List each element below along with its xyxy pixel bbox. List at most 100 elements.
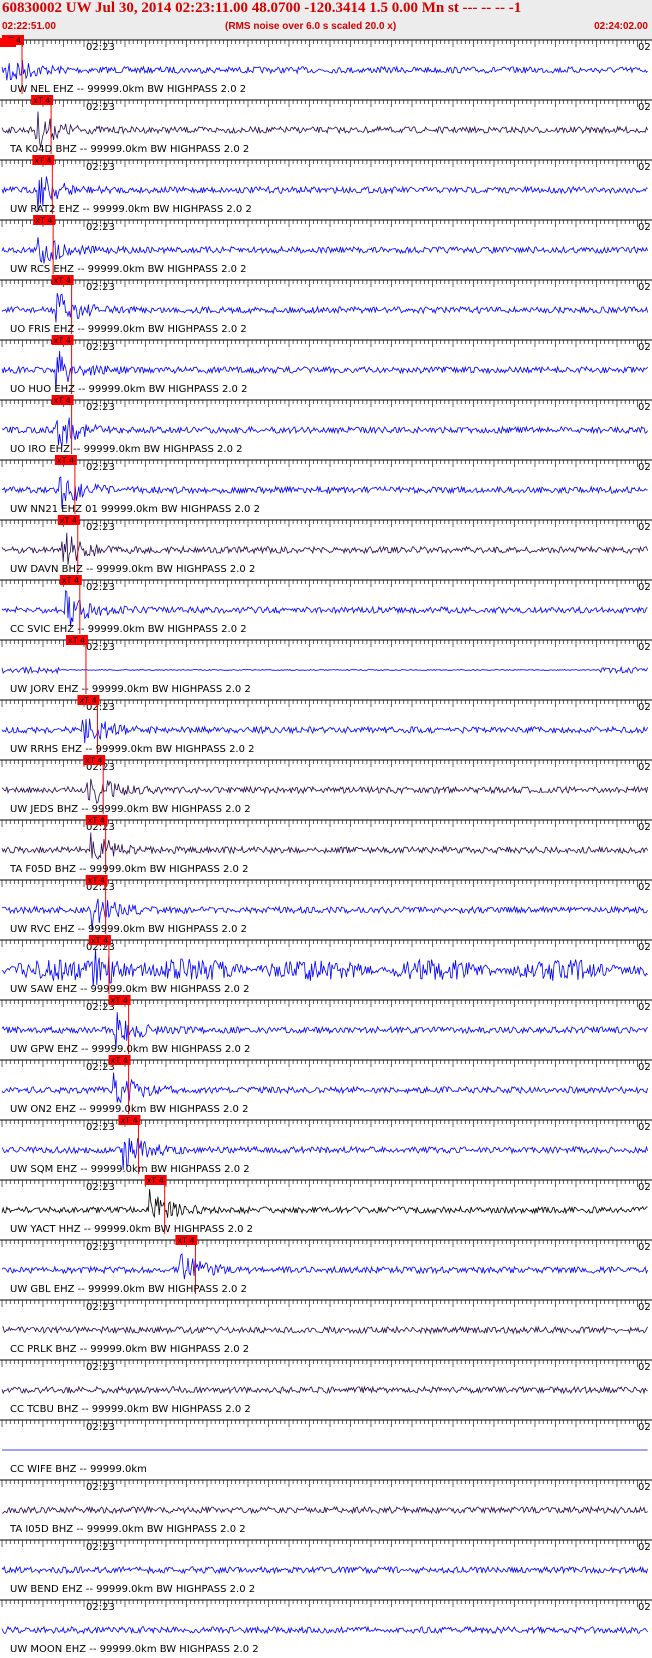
trace-panel: 02:23 02xT 4UW RVC EHZ -- 99999.0km BW HI… [0,875,652,935]
trace-panel: 02:23 02xT 4UW ON2 EHZ -- 99999.0km BW HI… [0,1055,652,1115]
trace-panel: 02:23 02 xT 4 UW RCS EHZ -- 99999.0km BW HI… [0,215,652,275]
pick-label: xT 4 [57,456,74,465]
trace-panel: 02:23 02 xT 4 UO IRO EHZ -- 99999.0km BW HI… [0,395,652,455]
trace-panel: 02:23 02 CC TCBU BHZ -- 99999.0km BW HIGHP… [0,1359,652,1415]
edge-label: 02 [638,762,651,773]
trace-label: TA I05D BHZ -- 99999.0km BW HIGHPASS 2.0… [9,1524,246,1535]
trace-label: UW RVC EHZ -- 99999.0km BW HIGHPASS 2.0 … [10,924,247,935]
trace-label: UW SQM EHZ -- 99999.0km BW HIGHPASS 2.0 … [10,1164,250,1175]
trace-panel: 02:23 02 CC WIFE BHZ -- 99999.0km [0,1419,652,1475]
trace-panel: 02:23 02 TA I05D BHZ -- 99999.0km BW HIGHP… [0,1479,652,1535]
pick-label: xT 4 [35,216,52,225]
trace-panel: 02:23 02 xT 4 UW RAT2 EHZ -- 99999.0km BW H… [0,155,652,215]
edge-label: 02 [638,942,651,953]
edge-label: 02 [638,402,651,413]
edge-label: 02 [638,1002,651,1013]
edge-label: 02 [638,642,651,653]
trace-label: UO IRO EHZ -- 99999.0km BW HIGHPASS 2.0 … [10,444,243,455]
waveform [1,590,648,628]
edge-label: 02 [638,1362,651,1373]
trace-label: UW JORV EHZ -- 99999.0km BW HIGHPASS 2.0… [10,684,251,695]
trace-label: CC TCBU BHZ -- 99999.0km BW HIGHPASS 2.0… [10,1404,251,1415]
pick-label: xT 4 [34,156,51,165]
trace-panel: 02:23 02 CC PRLK BHZ -- 99999.0km BW HIGHP… [0,1299,652,1355]
pick-label: xT 4 [54,396,71,405]
pick-label: xT 4 [147,1176,164,1185]
minute-label: 02:23 [86,282,115,293]
edge-label: 02 [638,1542,651,1553]
trace-label: UW BEND EHZ -- 99999.0km BW HIGHPASS 2.0… [10,1584,255,1595]
minute-label: 02:23 [86,342,115,353]
trace-panel: 02:23 02 xT 4 UW GBL EHZ -- 99999.0km BW HI… [0,1235,652,1295]
trace-label: UW YACT HHZ -- 99999.0km BW HIGHPASS 2.0… [10,1224,253,1235]
trace-panel: 02:23 02 xT 4 TA K04D BHZ -- 99999.0km BW H… [0,95,652,155]
edge-label: 02 [638,1122,651,1133]
waveform [1,948,648,987]
pick-label: xT 4 [79,696,96,705]
trace-label: UO FRIS EHZ -- 99999.0km BW HIGHPASS 2.0… [10,324,247,335]
trace-label: UW NN21 EHZ 01 99999.0km BW HIGHPASS 2.0… [10,504,260,515]
trace-label: TA F05D BHZ -- 99999.0km BW HIGHPASS 2.0… [9,864,248,875]
edge-label: 02 [638,1242,651,1253]
edge-label: 02 [638,1182,651,1193]
edge-label: 02 [638,522,651,533]
pick-label: xT 4 [68,636,85,645]
minute-label: 02:23 [86,102,115,113]
waveform [1,1385,648,1395]
pick-label: xT 4 [85,756,102,765]
trace-panel: 02:2302xT 4UW NEL EHZ -- 99999.0km BW HI… [0,35,652,95]
trace-panel: 02:23 02xT 4TA F05D BHZ -- 99999.0km BW H… [0,815,652,875]
waveform [1,1625,648,1635]
edge-label: 02 [638,102,651,113]
trace-label: UW DAVN BHZ -- 99999.0km BW HIGHPASS 2.0… [10,564,255,575]
pick-label: xT 4 [60,516,77,525]
waveform [1,832,648,860]
waveform [1,1505,648,1515]
minute-label: 02:23 [86,462,115,473]
pick-label: xT 4 [54,276,71,285]
waveform [1,417,648,447]
pick-label: xT 4 [88,876,105,885]
trace-panel: 02:23 02xT 4UW JEDS BHZ -- 99999.0km BW H… [0,755,652,815]
pick-label: xT 4 [177,1236,194,1245]
pick-label: xT 4 [88,816,105,825]
trace-panel: 02:23 02 xT 4 UW JORV EHZ -- 99999.0km BW H… [0,635,652,695]
minute-label: 02:23 [86,582,115,593]
waveform [1,1189,648,1219]
waveform [1,1325,648,1335]
minute-label: 02:23 [86,42,115,53]
edge-label: 02 [638,582,651,593]
trace-label: UW JEDS BHZ -- 99999.0km BW HIGHPASS 2.0… [10,804,251,815]
edge-label: 02 [638,1602,651,1613]
edge-label: 02 [638,1062,651,1073]
trace-label: UO HUO EHZ -- 99999.0km BW HIGHPASS 2.0 … [10,384,247,395]
trace-panel: 02:23 02 xT 4 UO HUO EHZ -- 99999.0km BW HI… [0,335,652,395]
minute-label: 02:23 [86,522,115,533]
trace-panel: 02:23 02xT 4UW SAW EHZ -- 99999.0km BW HI… [0,935,652,995]
pick-label: xT 4 [33,96,50,105]
trace-panel: 02:23 02 xT 4 CC SVIC EHZ -- 99999.0km BW H… [0,575,652,635]
trace-panel: 02:23 02 xT 4 UW NN21 EHZ 01 99999.0km BW H… [0,455,652,515]
trace-panel: 02:23 02 xT 4 UO FRIS EHZ -- 99999.0km BW H… [0,275,652,335]
waveform [1,778,648,805]
edge-label: 02 [638,702,651,713]
waveform [1,532,648,565]
edge-label: 02 [638,822,651,833]
trace-label: TA K04D BHZ -- 99999.0km BW HIGHPASS 2.0… [9,144,249,155]
trace-panel: 02:23 02xT 4UW GPW EHZ -- 99999.0km BW HI… [0,995,652,1055]
trace-label: UW RAT2 EHZ -- 99999.0km BW HIGHPASS 2.0… [10,204,252,215]
trace-panel: 02:23 02xT 4UW RRHS EHZ -- 99999.0km BW H… [0,695,652,755]
waveform [1,237,648,264]
edge-label: 02 [638,222,651,233]
edge-label: 02 [638,42,651,53]
minute-label: 02:23 [86,1422,115,1433]
waveform [1,1253,648,1280]
waveform [1,718,648,744]
trace-label: UW ON2 EHZ -- 99999.0km BW HIGHPASS 2.0 … [10,1104,248,1115]
waveform [1,665,648,675]
waveform [1,1565,648,1575]
trace-label: CC PRLK BHZ -- 99999.0km BW HIGHPASS 2.0… [10,1344,249,1355]
edge-label: 02 [638,342,651,353]
trace-panel: 02:23 02 xT 4 UW SQM EHZ -- 99999.0km BW HI… [0,1115,652,1175]
pick-label: xT 4 [62,576,79,585]
